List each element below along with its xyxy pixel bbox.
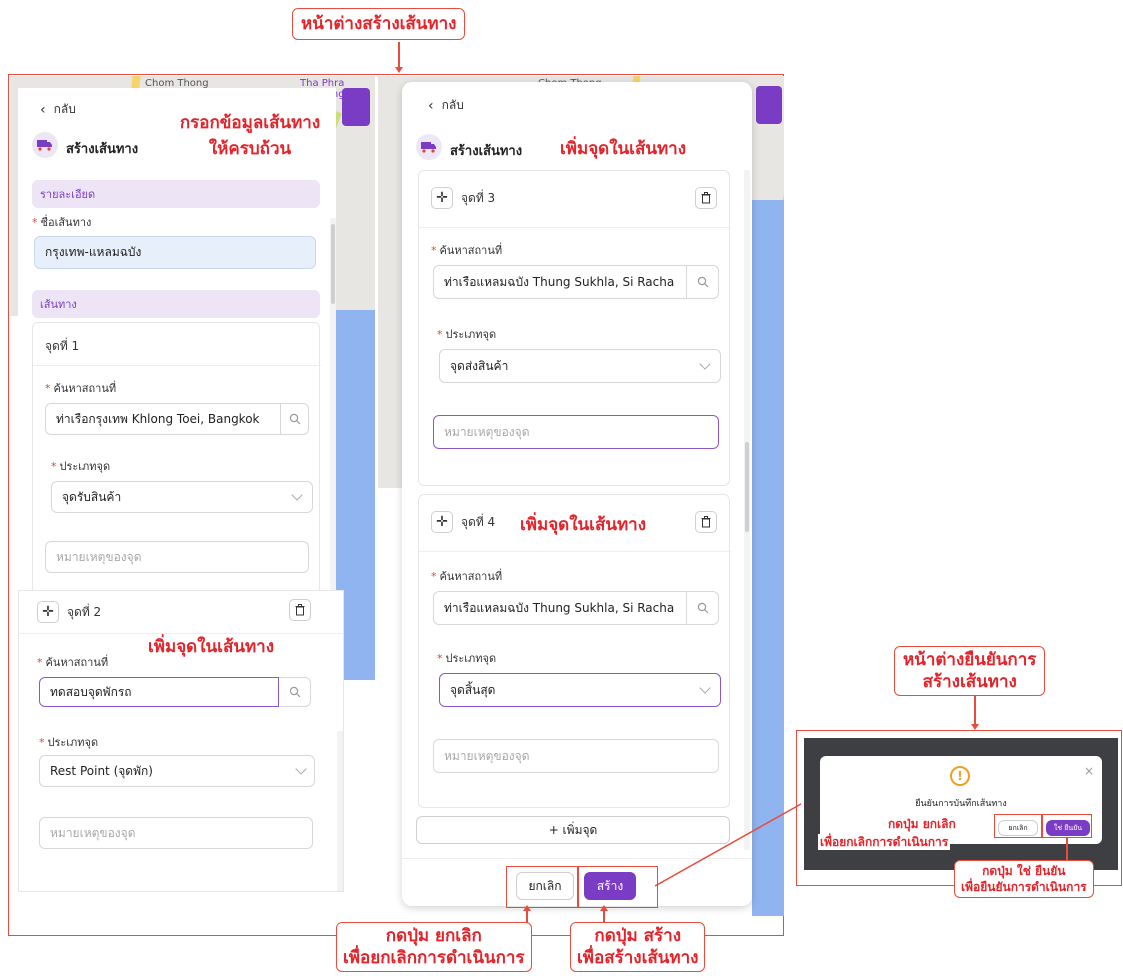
point-2-search-button[interactable] [279, 677, 311, 707]
delete-point-2-button[interactable] [289, 599, 311, 621]
drag-move-icon[interactable]: ✛ [431, 187, 453, 209]
route-name-label: * ชื่อเส้นทาง [32, 216, 92, 229]
section-route-bar: เส้นทาง [32, 290, 320, 318]
annotation-connector [398, 42, 400, 68]
map-collapse-button-left[interactable] [342, 88, 370, 126]
point-1-type-value: จุดรับสินค้า [62, 489, 122, 504]
highlight-cancel [506, 866, 578, 908]
panel-title-right: สร้างเส้นทาง [450, 144, 523, 159]
annotation-arrow [395, 67, 403, 73]
scrollbar-thumb-right[interactable] [745, 442, 749, 532]
route-name-input[interactable]: กรุงเทพ-แหลมฉบัง [34, 236, 316, 269]
point-1-type-select[interactable]: จุดรับสินค้า [51, 481, 313, 513]
point-3-type-label: * ประเภทจุด [437, 328, 497, 341]
scrollbar-left-lower[interactable] [337, 731, 343, 891]
connector-confirm [974, 696, 976, 724]
point-1-header: จุดที่ 1 [45, 339, 80, 353]
annotation-dialog-cancel-1: กดปุ่ม ยกเลิก [886, 816, 958, 832]
point-4-search-button[interactable] [687, 591, 719, 625]
connector-create-to-dialog [655, 803, 802, 887]
screenshot-root: หน้าต่างสร้างเส้นทาง Chom Thong Tha Phra… [0, 0, 1123, 980]
scrollbar-thumb-left[interactable] [331, 224, 335, 304]
trash-icon [295, 604, 305, 616]
point-2-search-input[interactable]: ทดสอบจุดพักรถ [39, 677, 279, 707]
highlight-dialog-cancel [994, 814, 1042, 838]
delete-point-4-button[interactable] [695, 511, 717, 533]
point-4-type-select[interactable]: จุดสิ้นสุด [439, 673, 721, 707]
point-4-search-label: * ค้นหาสถานที่ [431, 570, 503, 583]
section-details-bar: รายละเอียด [32, 180, 320, 208]
point-2-type-select[interactable]: Rest Point (จุดพัก) [39, 755, 315, 787]
search-icon [697, 602, 708, 614]
point-2-note-input[interactable]: หมายเหตุของจุด [39, 817, 313, 849]
connector-dialog-confirm [1066, 838, 1068, 860]
point-3-header: ✛ จุดที่ 3 [431, 187, 495, 209]
point-4-type-label: * ประเภทจุด [437, 652, 497, 665]
annotation-dialog-cancel-2: เพื่อยกเลิกการดำเนินการ [818, 834, 951, 850]
map-collapse-button-right[interactable] [756, 86, 782, 124]
point-2-type-value: Rest Point (จุดพัก) [50, 763, 153, 778]
point-1-search-label: * ค้นหาสถานที่ [45, 382, 117, 395]
annotation-dialog-confirm-note: กดปุ่ม ใช่ ยืนยัน เพื่อยืนยันการดำเนินกา… [954, 860, 1094, 898]
dialog-message: ยืนยันการบันทึกเส้นทาง [915, 799, 1007, 809]
annotation-confirm-title: หน้าต่างยืนยันการ สร้างเส้นทาง [894, 646, 1046, 696]
truck-icon [32, 132, 58, 158]
search-icon [697, 276, 708, 288]
point-1-search-input[interactable]: ท่าเรือกรุงเทพ Khlong Toei, Bangkok [45, 403, 281, 435]
annotation-create-note: กดปุ่ม สร้าง เพื่อสร้างเส้นทาง [570, 922, 706, 972]
annotation-cancel-note: กดปุ่ม ยกเลิก เพื่อยกเลิกการดำเนินการ [336, 922, 532, 972]
point-3-card: ✛ จุดที่ 3 * ค้นหาสถานที่ ท่าเรือแหลมฉบัง… [418, 170, 731, 486]
point-1-note-input[interactable]: หมายเหตุของจุด [45, 541, 309, 573]
point-3-search-input[interactable]: ท่าเรือแหลมฉบัง Thung Sukhla, Si Racha [433, 265, 687, 299]
panel-title-left: สร้างเส้นทาง [66, 142, 139, 157]
arrow-cancel [523, 905, 531, 911]
annotation-top-title: หน้าต่างสร้างเส้นทาง [292, 8, 466, 40]
trash-icon [701, 192, 711, 204]
point-2-type-label: * ประเภทจุด [39, 736, 99, 749]
point-1-search-button[interactable] [281, 403, 309, 435]
warning-icon: ! [950, 766, 970, 786]
drag-move-icon[interactable]: ✛ [431, 511, 453, 533]
dialog-close-icon[interactable]: × [1084, 764, 1094, 778]
highlight-create [578, 866, 658, 908]
point-2-search-label: * ค้นหาสถานที่ [37, 656, 109, 669]
annotation-add-point-right-1: เพิ่มจุดในเส้นทาง [560, 139, 687, 159]
point-2-header: ✛ จุดที่ 2 [37, 601, 101, 623]
point-3-type-select[interactable]: จุดส่งสินค้า [439, 349, 721, 383]
search-icon [289, 686, 300, 698]
point-4-header: ✛ จุดที่ 4 [431, 511, 495, 533]
point-3-type-value: จุดส่งสินค้า [450, 358, 509, 373]
chevron-left-icon: ‹ [40, 101, 46, 118]
back-link-right[interactable]: ‹ กลับ [428, 96, 464, 115]
chevron-left-icon: ‹ [428, 97, 434, 114]
point-3-note-input[interactable]: หมายเหตุของจุด [433, 415, 719, 449]
search-icon [289, 413, 300, 425]
truck-icon [416, 134, 442, 160]
back-label: กลับ [53, 102, 76, 116]
point-4-note-input[interactable]: หมายเหตุของจุด [433, 739, 719, 773]
back-label: กลับ [441, 98, 464, 112]
point-1-type-label: * ประเภทจุด [51, 460, 111, 473]
drag-move-icon[interactable]: ✛ [37, 601, 59, 623]
back-link-left[interactable]: ‹ กลับ [40, 100, 76, 119]
trash-icon [701, 516, 711, 528]
point-4-type-value: จุดสิ้นสุด [450, 682, 496, 697]
annotation-fill-note: กรอกข้อมูลเส้นทาง ให้ครบถ้วน [179, 113, 321, 159]
highlight-dialog-confirm [1042, 814, 1092, 838]
point-4-card: ✛ จุดที่ 4 * ค้นหาสถานที่ ท่าเรือแหลมฉบัง… [418, 494, 731, 808]
point-3-search-label: * ค้นหาสถานที่ [431, 244, 503, 257]
create-route-panel-right: ‹ กลับ สร้างเส้นทาง ✛ จุดที่ 3 * ค้นหาสถา… [402, 82, 752, 906]
annotation-add-point-left: เพิ่มจุดในเส้นทาง [148, 637, 275, 657]
arrow-create [600, 905, 608, 911]
delete-point-3-button[interactable] [695, 187, 717, 209]
point-4-search-input[interactable]: ท่าเรือแหลมฉบัง Thung Sukhla, Si Racha [433, 591, 687, 625]
annotation-add-point-right-2: เพิ่มจุดในเส้นทาง [520, 515, 647, 535]
point-3-search-button[interactable] [687, 265, 719, 299]
